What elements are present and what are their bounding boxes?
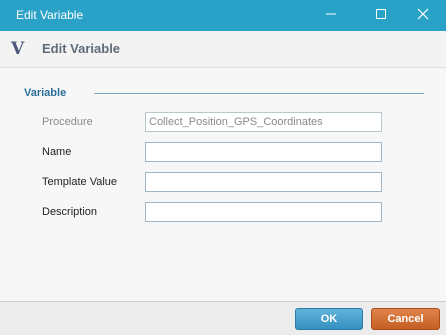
name-field[interactable]	[145, 142, 382, 162]
maximize-button[interactable]	[358, 0, 404, 31]
dialog-title: Edit Variable	[42, 41, 121, 56]
minimize-button[interactable]	[308, 0, 354, 31]
minimize-icon	[325, 8, 337, 23]
close-icon	[417, 8, 429, 23]
name-label: Name	[42, 146, 72, 158]
window-title: Edit Variable	[16, 8, 84, 22]
maximize-icon	[375, 8, 387, 23]
dialog-footer: OK Cancel	[0, 301, 446, 335]
description-label: Description	[42, 206, 98, 218]
variable-logo-icon: V	[11, 39, 25, 59]
dialog-body: Variable Procedure Name Template Value D…	[0, 68, 446, 301]
procedure-label: Procedure	[42, 116, 93, 128]
dialog-header: V Edit Variable	[0, 31, 446, 68]
section-label-variable: Variable	[24, 87, 67, 99]
close-button[interactable]	[400, 0, 446, 31]
cancel-button[interactable]: Cancel	[371, 308, 440, 330]
procedure-field	[145, 112, 382, 132]
window-titlebar: Edit Variable	[0, 0, 446, 31]
section-divider	[94, 93, 424, 94]
ok-button[interactable]: OK	[295, 308, 363, 330]
description-field[interactable]	[145, 202, 382, 222]
template-value-label: Template Value	[42, 176, 118, 188]
template-value-field[interactable]	[145, 172, 382, 192]
